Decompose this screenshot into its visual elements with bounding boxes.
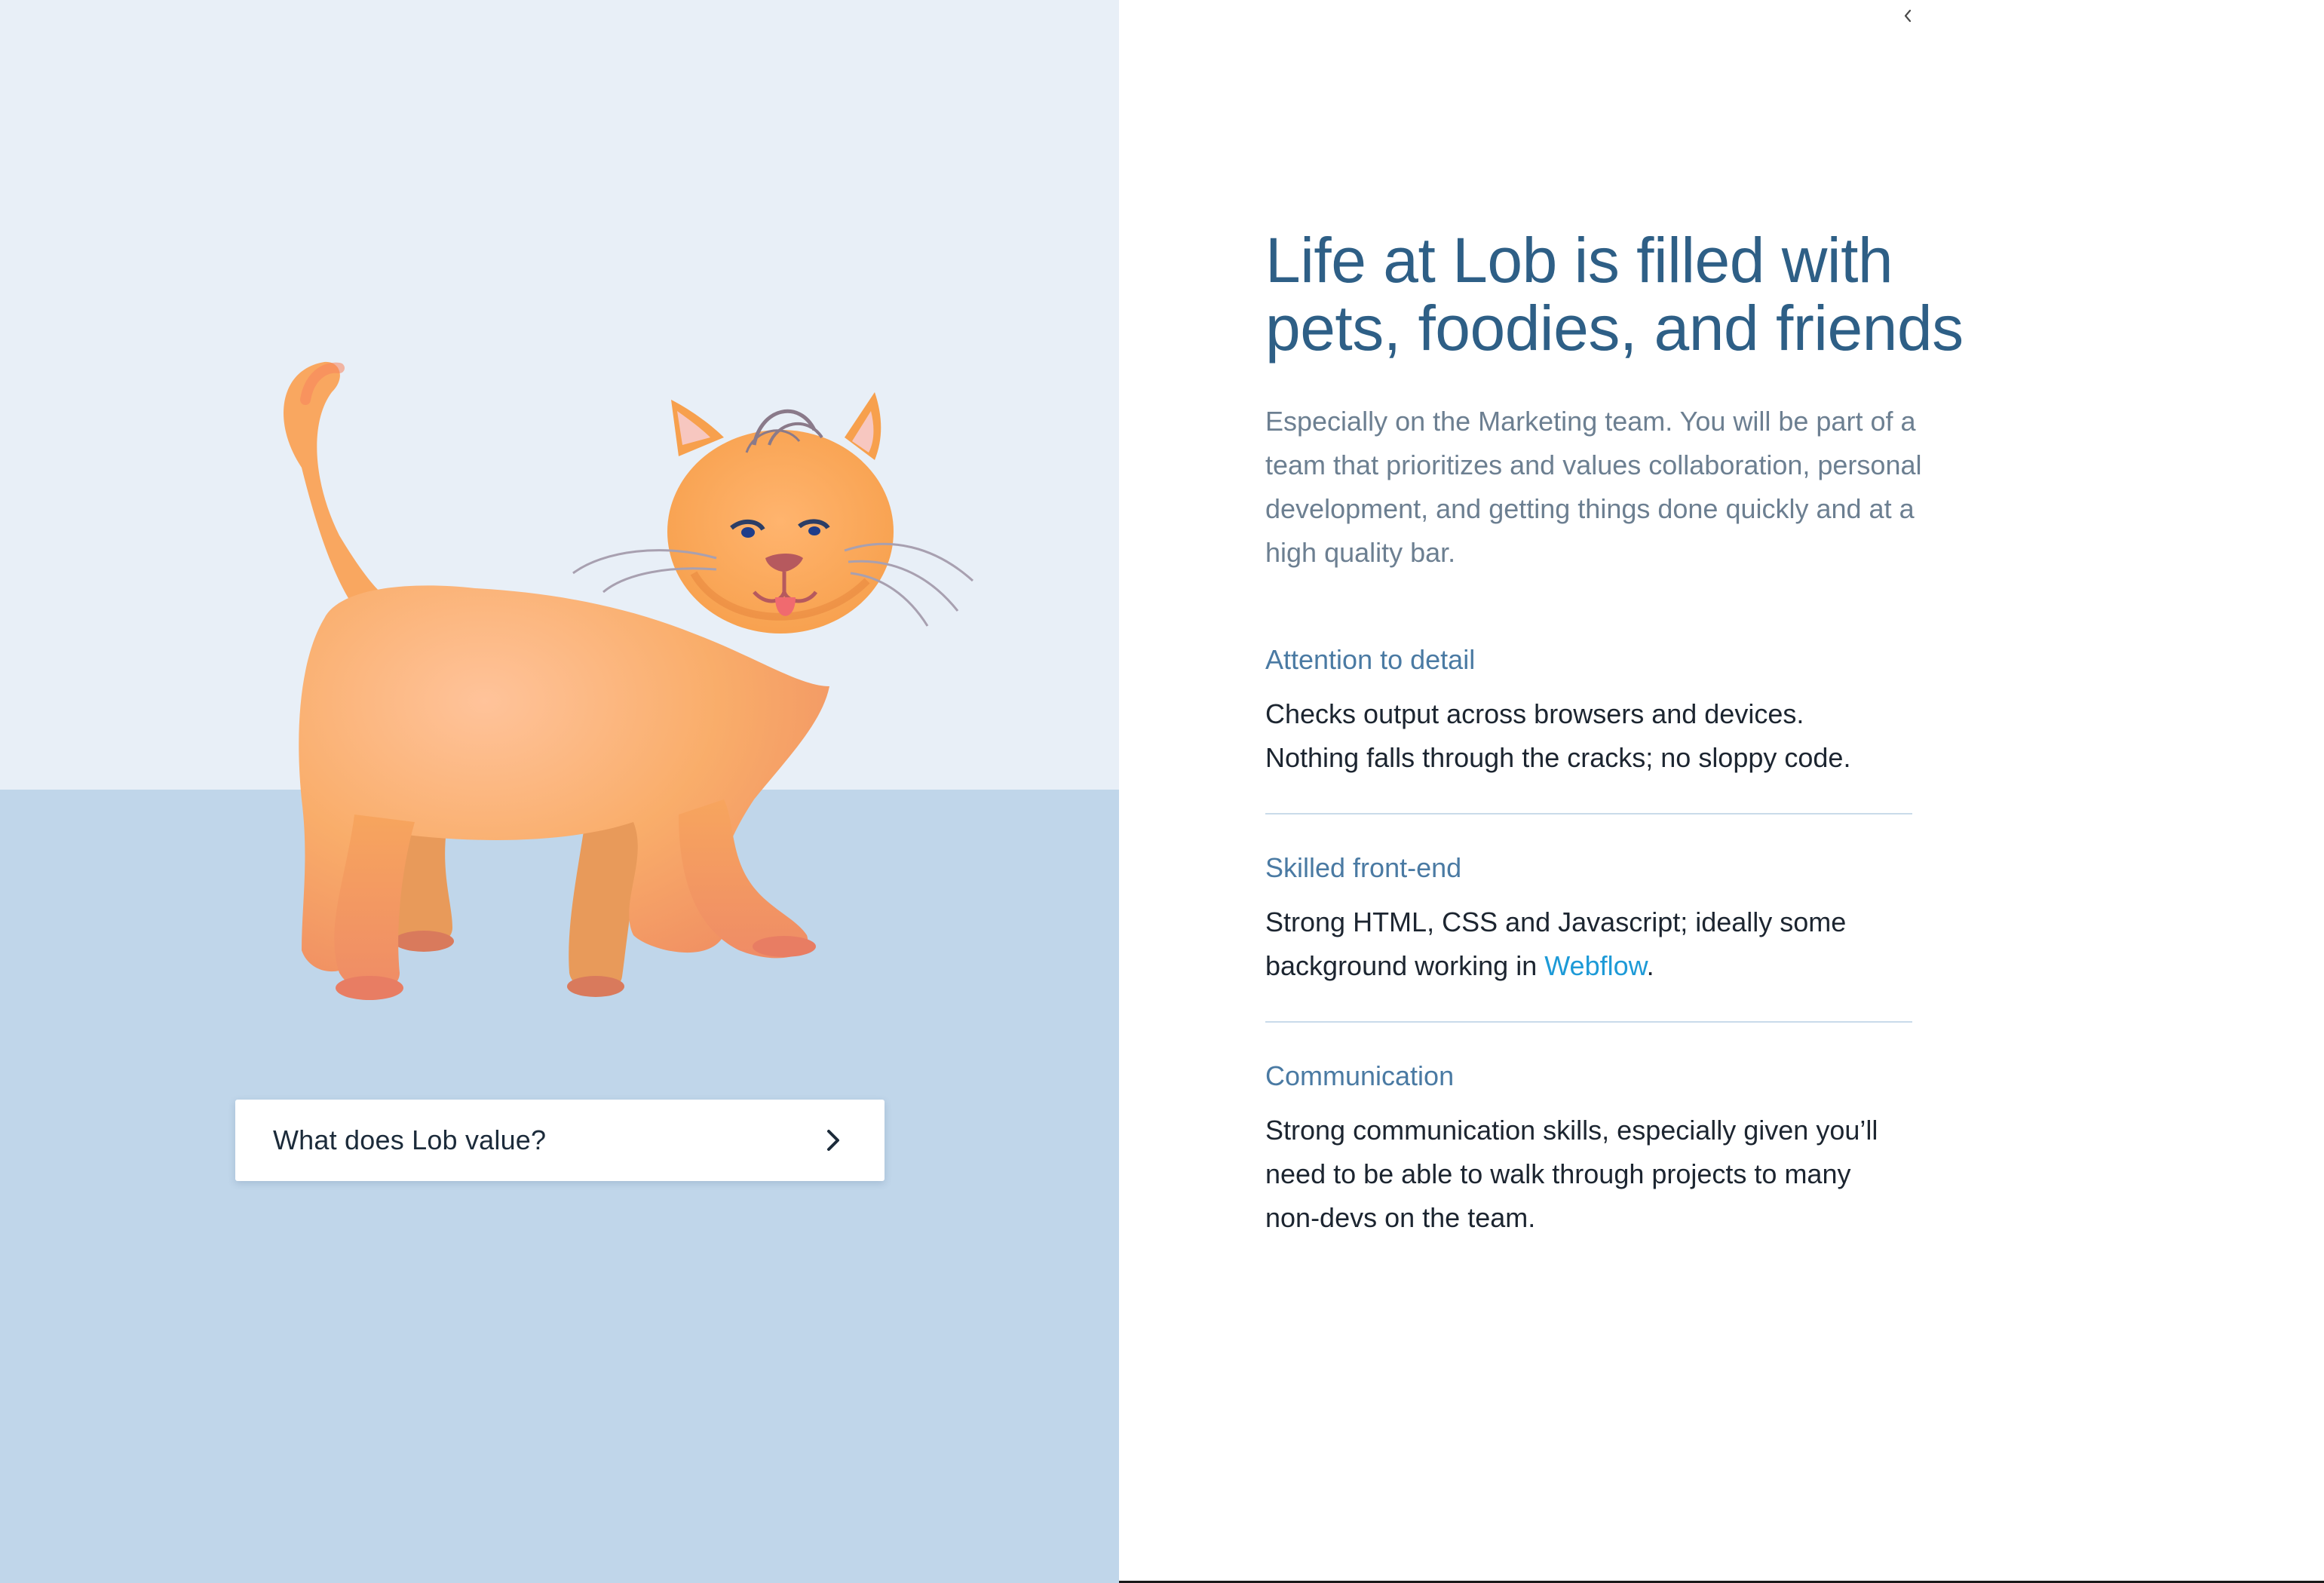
value-section-communication: Communication Strong communication skill… [1265,1057,1912,1240]
content-column: Life at Lob is filled with pets, foodies… [1265,226,2019,1240]
section-body-prefix: background working in [1265,950,1545,981]
section-body: Checks output across browsers and device… [1265,692,1912,780]
collapse-toggle[interactable] [1896,5,1919,27]
section-body: Strong HTML, CSS and Javascript; ideally… [1265,900,1912,988]
value-section-frontend: Skilled front-end Strong HTML, CSS and J… [1265,849,1912,988]
section-divider [1265,1021,1912,1023]
section-body: Strong communication skills, especially … [1265,1115,1878,1233]
content-panel: Life at Lob is filled with pets, foodies… [1119,0,2324,1583]
chevron-right-icon [827,1130,839,1151]
section-title: Communication [1265,1060,1455,1091]
section-body-line-1: Strong HTML, CSS and Javascript; ideally… [1265,907,1847,937]
what-does-lob-value-button[interactable]: What does Lob value? [235,1100,885,1181]
chevron-left-icon [1904,9,1912,23]
page-title-line-2: pets, foodies, and friends [1265,293,1964,364]
page-title: Life at Lob is filled with pets, foodies… [1265,226,2019,362]
section-title: Skilled front-end [1265,852,1462,883]
section-divider [1265,813,1912,815]
section-body-line-2: Nothing falls through the cracks; no slo… [1265,742,1851,773]
cat-illustration [284,361,974,1000]
illustration-panel: What does Lob value? [0,0,1119,1583]
intro-paragraph: Especially on the Marketing team. You wi… [1265,406,1922,568]
section-title: Attention to detail [1265,644,1476,675]
careers-page: What does Lob value? Life at Lob is fill… [0,0,2324,1583]
section-body-line-1: Checks output across browsers and device… [1265,698,1804,729]
webflow-link[interactable]: Webflow [1544,950,1646,981]
section-body-suffix: . [1646,950,1654,981]
page-title-line-1: Life at Lob is filled with [1265,225,1893,296]
cta-label: What does Lob value? [273,1124,547,1155]
value-section-attention: Attention to detail Checks output across… [1265,641,1912,780]
